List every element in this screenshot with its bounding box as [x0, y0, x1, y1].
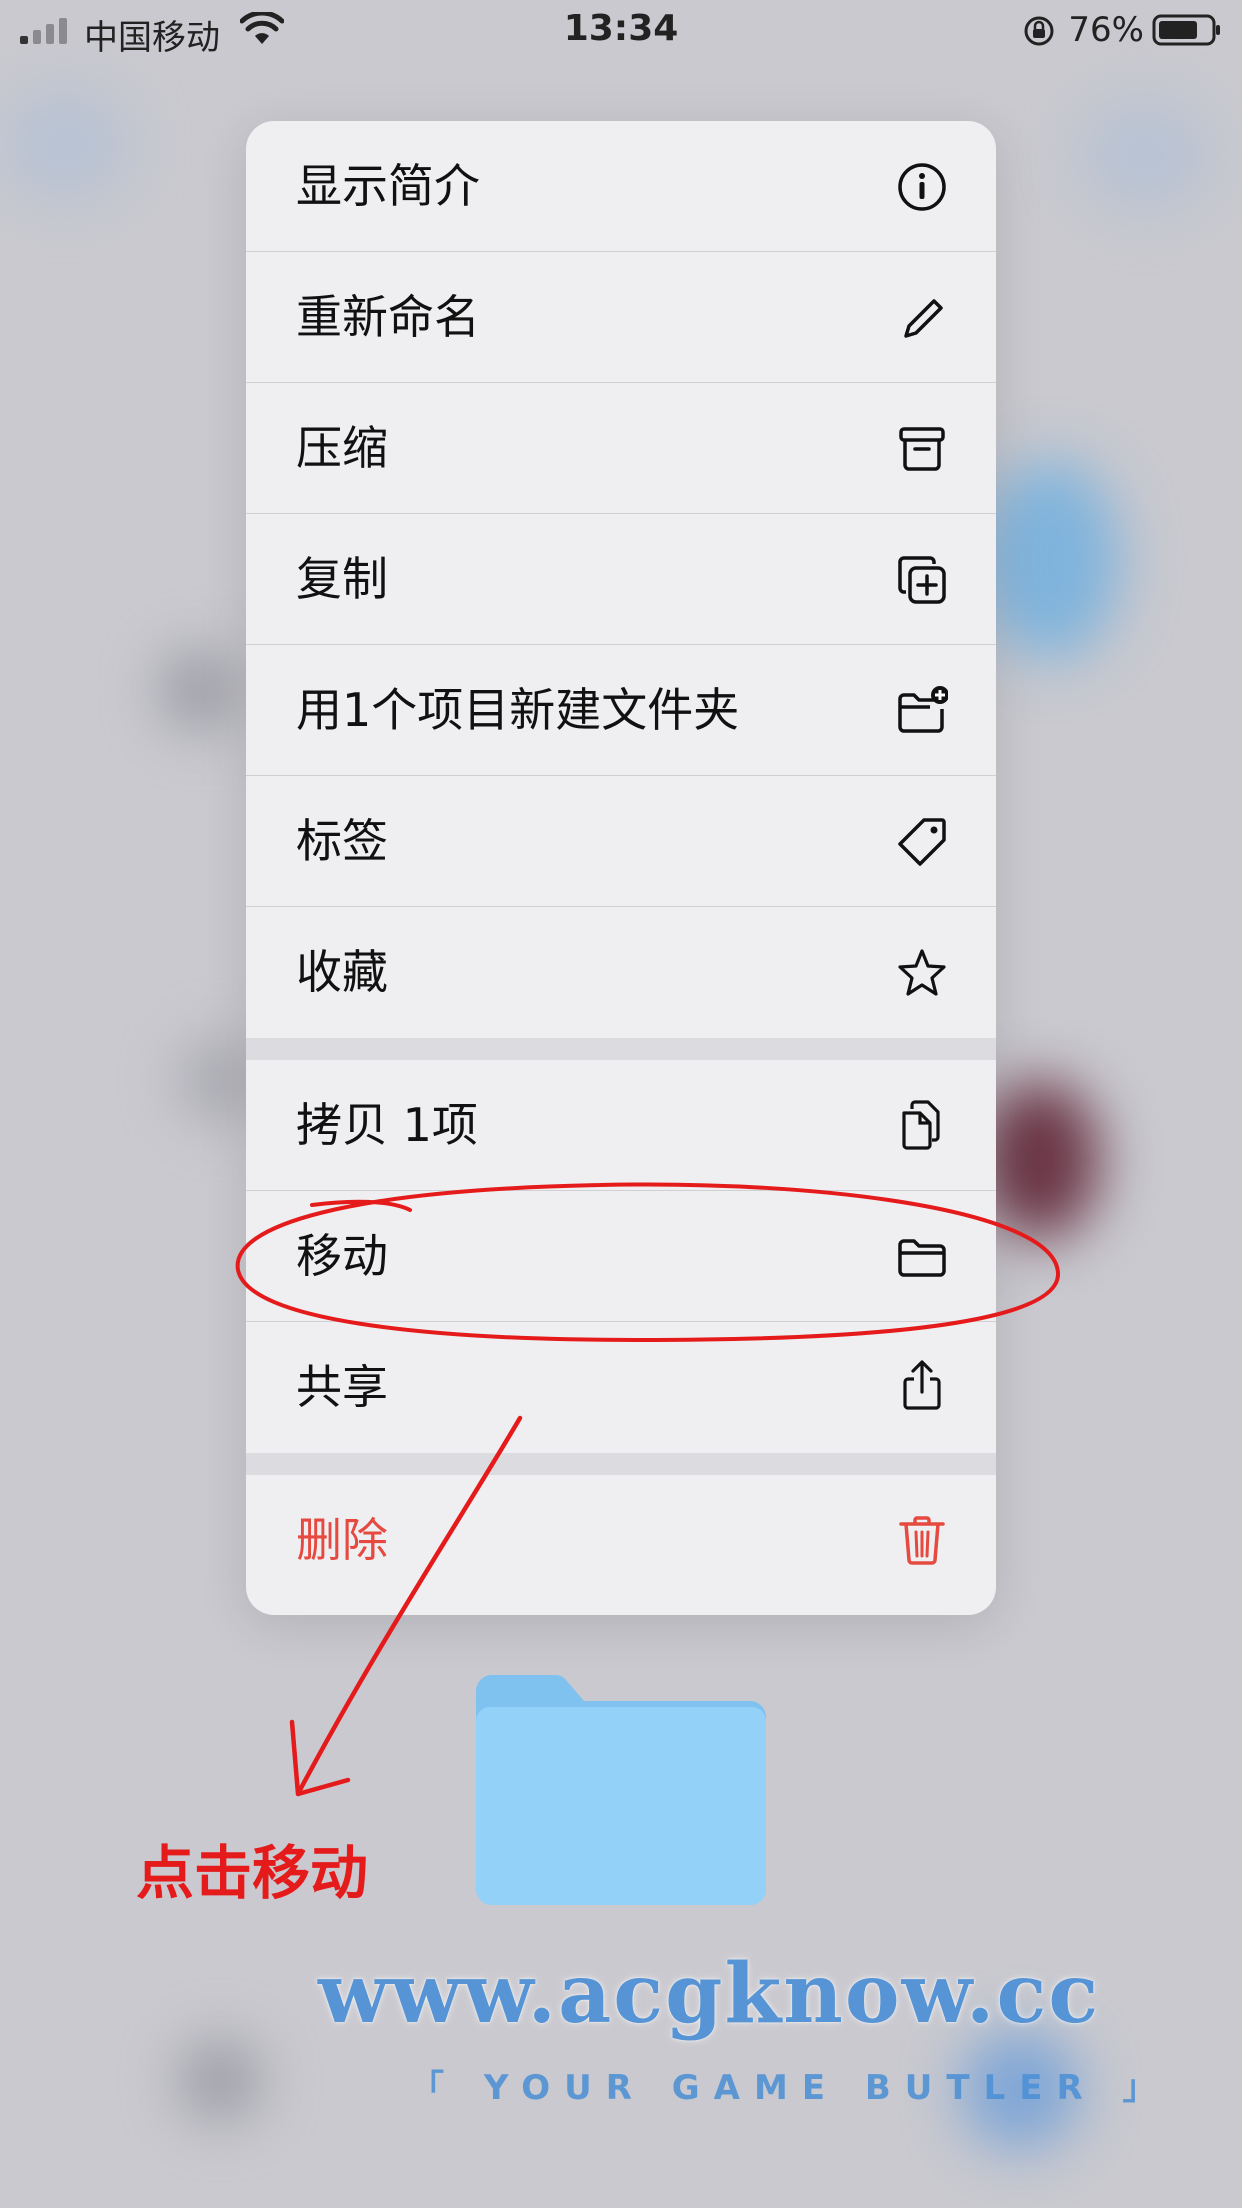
menu-item-label: 移动	[296, 1229, 388, 1283]
menu-item-label: 标签	[296, 814, 388, 868]
copy-doc-icon	[902, 1100, 940, 1150]
menu-group-separator	[246, 1038, 996, 1060]
menu-item-label: 拷贝 1项	[296, 1098, 478, 1152]
share-icon	[903, 1360, 941, 1410]
tag-icon	[898, 818, 946, 866]
pencil-icon	[904, 299, 943, 338]
menu-item-new-folder-with-item[interactable]: 用1个项目新建文件夹	[246, 645, 996, 776]
menu-item-label: 共享	[296, 1360, 388, 1414]
menu-item-compress[interactable]: 压缩	[246, 383, 996, 514]
archive-box-icon	[899, 427, 945, 471]
folder-preview-icon	[476, 1675, 766, 1905]
menu-item-move[interactable]: 移动	[246, 1191, 996, 1322]
star-icon	[898, 949, 946, 996]
menu-item-delete[interactable]: 删除	[246, 1475, 996, 1606]
watermark-tagline: 「 YOUR GAME BUTLER 」	[410, 2068, 1171, 2108]
orientation-lock-icon	[1024, 16, 1054, 46]
menu-item-copy[interactable]: 拷贝 1项	[246, 1060, 996, 1191]
menu-item-duplicate[interactable]: 复制	[246, 514, 996, 645]
menu-item-label: 显示简介	[296, 159, 480, 213]
duplicate-icon	[898, 556, 946, 604]
trash-icon	[899, 1516, 945, 1565]
annotation-label: 点击移动	[136, 1839, 369, 1907]
battery-percentage: 76%	[1068, 10, 1144, 50]
menu-item-label: 删除	[296, 1513, 388, 1567]
menu-item-label: 复制	[296, 552, 388, 606]
menu-item-label: 压缩	[296, 421, 388, 475]
menu-item-label: 用1个项目新建文件夹	[296, 683, 740, 737]
menu-item-rename[interactable]: 重新命名	[246, 252, 996, 383]
folder-icon	[898, 1239, 946, 1277]
context-menu: 显示简介 重新命名 压缩 复制 用1个项目新建文件夹 标签 收藏 拷贝 1项 移…	[246, 121, 996, 1615]
menu-item-label: 重新命名	[296, 290, 480, 344]
watermark-url: www.acgknow.cc	[318, 1946, 1101, 2042]
battery-icon	[1152, 14, 1220, 46]
menu-group-separator	[246, 1453, 996, 1475]
menu-item-get-info[interactable]: 显示简介	[246, 121, 996, 252]
status-bar: 中国移动 13:34 76%	[0, 0, 1242, 62]
menu-item-share[interactable]: 共享	[246, 1322, 996, 1453]
menu-item-tags[interactable]: 标签	[246, 776, 996, 907]
menu-item-label: 收藏	[296, 945, 388, 999]
menu-item-favorite[interactable]: 收藏	[246, 907, 996, 1038]
info-icon	[898, 163, 946, 211]
folder-add-icon	[898, 686, 948, 733]
